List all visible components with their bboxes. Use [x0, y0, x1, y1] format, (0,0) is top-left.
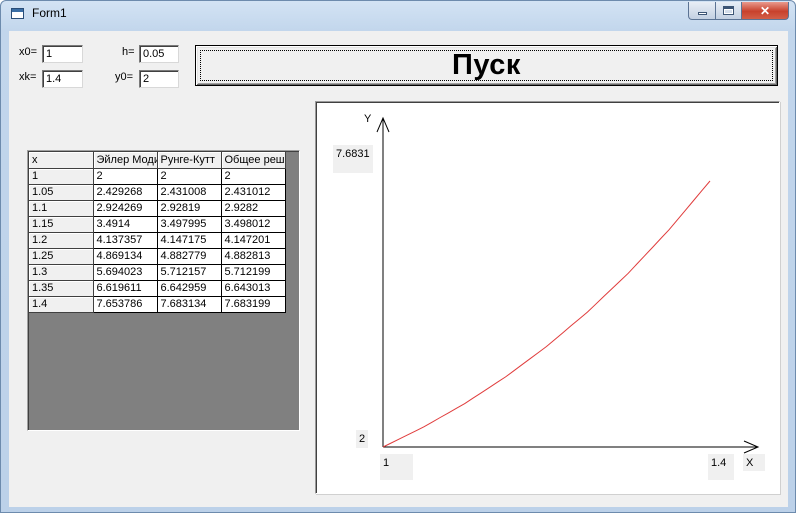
x-axis-label: X: [743, 454, 765, 471]
table-cell-x[interactable]: 1: [29, 168, 94, 185]
start-button[interactable]: Пуск: [195, 45, 778, 86]
table-cell-x[interactable]: 1.05: [29, 184, 94, 201]
table-cell[interactable]: 2: [93, 168, 158, 185]
column-header-euler[interactable]: Эйлер Моди: [93, 152, 158, 169]
minimize-button[interactable]: [688, 2, 716, 20]
table-cell[interactable]: 3.498012: [221, 216, 286, 233]
table-cell[interactable]: 4.147175: [157, 232, 222, 249]
xk-field[interactable]: 1.4: [42, 70, 83, 88]
results-table: x Эйлер Моди Рунге-Кутт Общее реш 1 2 2 …: [29, 152, 286, 313]
table-cell[interactable]: 4.137357: [93, 232, 158, 249]
table-cell[interactable]: 4.869134: [93, 248, 158, 265]
column-header-runge-kutta[interactable]: Рунге-Кутт: [157, 152, 222, 169]
app-window: Form1 ✕ x0= 1 xk= 1.4 h= 0.05 y0= 2 Пуск…: [0, 0, 796, 513]
table-row[interactable]: 1.1 2.924269 2.92819 2.9282: [29, 200, 286, 217]
table-cell[interactable]: 6.642959: [157, 280, 222, 297]
y0-label: y0=: [115, 71, 134, 83]
table-cell[interactable]: 5.712157: [157, 264, 222, 281]
table-row[interactable]: 1.15 3.4914 3.497995 3.498012: [29, 216, 286, 233]
table-cell[interactable]: 2.924269: [93, 200, 158, 217]
table-cell-x[interactable]: 1.1: [29, 200, 94, 217]
table-cell[interactable]: 4.882779: [157, 248, 222, 265]
plot-area: 7.6831 2 1 1.4 Y X: [315, 101, 780, 494]
column-header-x[interactable]: x: [29, 152, 94, 169]
table-row[interactable]: 1.35 6.619611 6.642959 6.643013: [29, 280, 286, 297]
table-row[interactable]: 1.3 5.694023 5.712157 5.712199: [29, 264, 286, 281]
table-cell[interactable]: 4.882813: [221, 248, 286, 265]
title-bar[interactable]: Form1 ✕: [1, 1, 795, 27]
table-cell[interactable]: 2: [157, 168, 222, 185]
maximize-button[interactable]: [715, 2, 742, 20]
close-icon: ✕: [759, 3, 771, 18]
table-cell-x[interactable]: 1.35: [29, 280, 94, 297]
table-cell[interactable]: 6.619611: [93, 280, 158, 297]
table-row[interactable]: 1.05 2.429268 2.431008 2.431012: [29, 184, 286, 201]
table-cell-x[interactable]: 1.2: [29, 232, 94, 249]
table-cell[interactable]: 2.431012: [221, 184, 286, 201]
table-row[interactable]: 1 2 2 2: [29, 168, 286, 185]
series-line: [382, 180, 711, 448]
results-grid[interactable]: x Эйлер Моди Рунге-Кутт Общее реш 1 2 2 …: [27, 150, 300, 431]
y-axis-label: Y: [364, 113, 372, 125]
table-row[interactable]: 1.2 4.137357 4.147175 4.147201: [29, 232, 286, 249]
y0-field[interactable]: 2: [139, 70, 179, 88]
xk-label: xk=: [19, 71, 37, 83]
table-cell[interactable]: 2.9282: [221, 200, 286, 217]
table-cell-x[interactable]: 1.15: [29, 216, 94, 233]
table-cell[interactable]: 7.683199: [221, 296, 286, 313]
table-row[interactable]: 1.4 7.653786 7.683134 7.683199: [29, 296, 286, 313]
focus-rectangle: [200, 50, 773, 81]
column-header-exact[interactable]: Общее реш: [221, 152, 286, 169]
table-cell[interactable]: 2.431008: [157, 184, 222, 201]
table-cell-x[interactable]: 1.4: [29, 296, 94, 313]
table-cell[interactable]: 5.712199: [221, 264, 286, 281]
maximize-icon: [723, 6, 734, 15]
y-max-tick-label: 7.6831: [333, 145, 373, 173]
table-row[interactable]: 1.25 4.869134 4.882779 4.882813: [29, 248, 286, 265]
table-cell[interactable]: 4.147201: [221, 232, 286, 249]
table-cell[interactable]: 2.429268: [93, 184, 158, 201]
chart-svg: [376, 116, 760, 454]
x-max-tick-label: 1.4: [708, 454, 734, 480]
table-cell[interactable]: 2.92819: [157, 200, 222, 217]
table-header-row: x Эйлер Моди Рунге-Кутт Общее реш: [29, 152, 286, 169]
table-cell[interactable]: 6.643013: [221, 280, 286, 297]
table-cell-x[interactable]: 1.25: [29, 248, 94, 265]
y-min-tick-label: 2: [356, 430, 369, 448]
x-min-tick-label: 1: [380, 454, 413, 480]
table-cell[interactable]: 3.4914: [93, 216, 158, 233]
x0-label: x0=: [19, 46, 38, 58]
table-cell[interactable]: 2: [221, 168, 286, 185]
h-field[interactable]: 0.05: [139, 45, 179, 63]
x0-field[interactable]: 1: [42, 45, 83, 63]
form-client-area: x0= 1 xk= 1.4 h= 0.05 y0= 2 Пуск x Эйлер…: [9, 31, 788, 507]
window-title: Form1: [32, 6, 67, 20]
h-label: h=: [122, 46, 135, 58]
table-cell[interactable]: 5.694023: [93, 264, 158, 281]
window-icon[interactable]: [11, 8, 24, 19]
table-cell[interactable]: 7.653786: [93, 296, 158, 313]
minimize-icon: [697, 12, 707, 15]
close-button[interactable]: ✕: [741, 2, 789, 20]
table-cell[interactable]: 3.497995: [157, 216, 222, 233]
table-cell-x[interactable]: 1.3: [29, 264, 94, 281]
table-cell[interactable]: 7.683134: [157, 296, 222, 313]
